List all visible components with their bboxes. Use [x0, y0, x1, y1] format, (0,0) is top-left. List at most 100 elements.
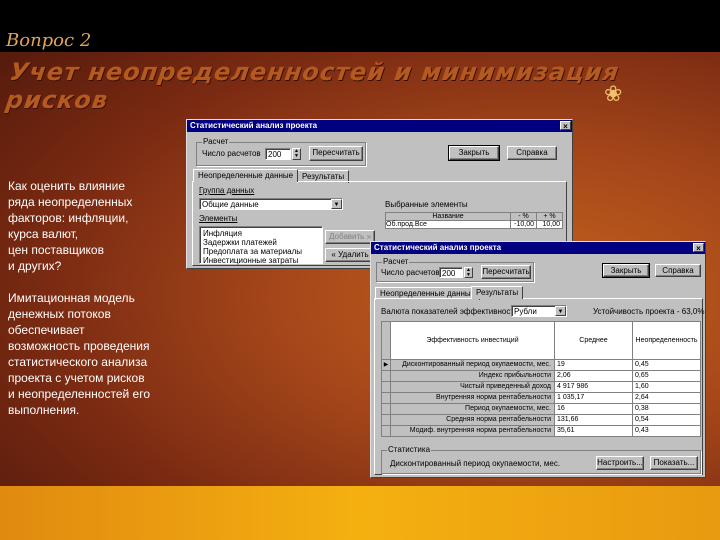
col-header-name: Название — [385, 212, 511, 221]
stability-text: Устойчивость проекта - — [593, 307, 680, 316]
row-mean[interactable]: 35,61 — [554, 425, 633, 437]
calc-group-label: Расчет — [202, 137, 230, 147]
flower-icon: ❀ — [604, 82, 623, 107]
calc-count-label: Число расчетов — [202, 149, 261, 158]
selected-label: Выбранные элементы — [385, 200, 468, 209]
bottom-band — [0, 486, 720, 540]
results-table: Эффективность инвестиций Среднее Неопред… — [381, 321, 701, 437]
col-header-plus: + % — [536, 212, 563, 221]
stat-analysis-dialog-front: Статистический анализ проекта × Расчет Ч… — [370, 241, 706, 478]
data-group-select[interactable]: Общие данные ▼ — [199, 198, 343, 210]
currency-label: Валюта показателей эффективности: — [381, 307, 521, 316]
table-row[interactable]: ▶ Дисконтированный период окупаемости, м… — [381, 359, 701, 371]
col-header-uncertainty: Неопределенность — [632, 321, 701, 360]
row-name[interactable]: Чистый приведенный доход — [390, 381, 555, 393]
dialog-titlebar: Статистический анализ проекта × — [187, 120, 572, 132]
stats-text: Дисконтированный период окупаемости, мес… — [390, 459, 561, 468]
row-uncertainty[interactable]: 0,43 — [632, 425, 701, 437]
calc-group-label: Расчет — [382, 257, 410, 267]
dialog-title: Статистический анализ проекта — [374, 243, 502, 252]
list-item[interactable]: Инфляция — [203, 229, 319, 238]
setup-button[interactable]: Настроить... — [596, 456, 644, 470]
table-row[interactable]: Средняя норма рентабельности 131,66 0,54 — [381, 414, 701, 426]
row-mean[interactable]: 19 — [554, 359, 633, 371]
stability-value: 63,0% — [681, 307, 705, 316]
row-mean[interactable]: 2,06 — [554, 370, 633, 382]
selected-minus[interactable]: -10,00 — [510, 220, 537, 229]
col-header-blank — [381, 321, 391, 360]
show-button[interactable]: Показать... — [650, 456, 698, 470]
table-row[interactable]: Индекс прибыльности 2,06 0,65 — [381, 370, 701, 382]
selected-name[interactable]: Об.прод.Все — [385, 220, 511, 229]
answer-paragraph: Имитационная модель денежных потоков обе… — [8, 291, 151, 417]
chevron-down-icon[interactable]: ▼ — [555, 306, 566, 316]
question-paragraph: Как оценить влияние ряда неопределенных … — [8, 179, 133, 273]
row-uncertainty[interactable]: 0,54 — [632, 414, 701, 426]
list-item[interactable]: Задержки платежей — [203, 238, 319, 247]
col-header-efficiency: Эффективность инвестиций — [390, 321, 555, 360]
tab-results[interactable]: Результаты — [471, 286, 524, 299]
table-row[interactable]: Чистый приведенный доход 4 917 986 1,60 — [381, 381, 701, 393]
row-name[interactable]: Индекс прибыльности — [390, 370, 555, 382]
calc-group: Расчет Число расчетов 200 ▲ ▼ Пересчитать — [376, 257, 534, 282]
row-uncertainty[interactable]: 0,45 — [632, 359, 701, 371]
table-row[interactable]: Об.прод.Все -10,00 10,00 — [385, 220, 563, 229]
help-button[interactable]: Справка — [507, 146, 557, 160]
row-name[interactable]: Модиф. внутренняя норма рентабельности — [390, 425, 555, 437]
currency-select[interactable]: Рубли ▼ — [511, 305, 567, 317]
close-button[interactable]: Закрыть — [448, 145, 500, 161]
row-name[interactable]: Период окупаемости, мес. — [390, 403, 555, 415]
close-icon[interactable]: × — [560, 121, 571, 131]
row-mean[interactable]: 16 — [554, 403, 633, 415]
slide: Вопрос 2 Учет неопределенностей и миними… — [0, 0, 720, 540]
help-button[interactable]: Справка — [655, 264, 701, 277]
row-name[interactable]: Средняя норма рентабельности — [390, 414, 555, 426]
close-button[interactable]: Закрыть — [602, 263, 650, 278]
remove-button[interactable]: « Удалить — [325, 248, 375, 262]
left-text: Как оценить влияние ряда неопределенных … — [8, 178, 178, 434]
list-item[interactable]: Предоплата за материалы — [203, 247, 319, 256]
table-row[interactable]: Период окупаемости, мес. 16 0,38 — [381, 403, 701, 415]
data-group-value: Общие данные — [202, 200, 259, 209]
row-mean[interactable]: 1 035,17 — [554, 392, 633, 404]
add-button[interactable]: Добавить » — [325, 230, 375, 244]
row-name[interactable]: Внутренняя норма рентабельности — [390, 392, 555, 404]
col-header-minus: - % — [510, 212, 537, 221]
calc-count-label: Число расчетов — [381, 268, 440, 277]
stats-group-label: Статистика — [387, 445, 432, 455]
calc-count-input[interactable]: 200 — [265, 148, 291, 160]
row-uncertainty[interactable]: 0,65 — [632, 370, 701, 382]
recalc-button[interactable]: Пересчитать — [309, 146, 363, 161]
stats-group: Статистика Дисконтированный период окупа… — [381, 445, 701, 474]
close-icon[interactable]: × — [693, 243, 704, 253]
currency-value: Рубли — [514, 307, 537, 316]
data-group-label: Группа данных — [199, 186, 255, 195]
calc-count-input[interactable]: 200 — [439, 267, 463, 278]
dialog-title: Статистический анализ проекта — [190, 121, 318, 130]
table-row[interactable]: Модиф. внутренняя норма рентабельности 3… — [381, 425, 701, 437]
row-mean[interactable]: 4 917 986 — [554, 381, 633, 393]
row-uncertainty[interactable]: 1,60 — [632, 381, 701, 393]
row-uncertainty[interactable]: 2,64 — [632, 392, 701, 404]
row-uncertainty[interactable]: 0,38 — [632, 403, 701, 415]
recalc-button[interactable]: Пересчитать — [481, 265, 531, 279]
top-band — [0, 0, 720, 52]
list-item[interactable]: Инвестиционные затраты — [203, 256, 319, 265]
dialog-titlebar: Статистический анализ проекта × — [371, 242, 705, 254]
row-mean[interactable]: 131,66 — [554, 414, 633, 426]
stability-label: Устойчивость проекта - 63,0% — [593, 307, 704, 317]
elements-list[interactable]: Инфляция Задержки платежей Предоплата за… — [199, 226, 323, 265]
selected-elements-table: Название - % + % Об.прод.Все -10,00 10,0… — [385, 212, 563, 229]
question-label: Вопрос 2 — [6, 30, 92, 51]
calc-count-stepper[interactable]: ▲ ▼ — [292, 148, 301, 160]
row-name[interactable]: Дисконтированный период окупаемости, мес… — [390, 359, 555, 371]
col-header-mean: Среднее — [554, 321, 633, 360]
row-selected-icon: ▶ — [381, 359, 391, 371]
chevron-down-icon[interactable]: ▼ — [331, 199, 342, 209]
calc-group: Расчет Число расчетов 200 ▲ ▼ Пересчитать — [196, 137, 366, 166]
tab-uncertain-data[interactable]: Неопределенные данные — [193, 169, 299, 182]
table-row[interactable]: Внутренняя норма рентабельности 1 035,17… — [381, 392, 701, 404]
selected-plus[interactable]: 10,00 — [536, 220, 563, 229]
elements-label: Элементы — [199, 214, 238, 223]
calc-count-stepper[interactable]: ▲ ▼ — [464, 267, 473, 278]
